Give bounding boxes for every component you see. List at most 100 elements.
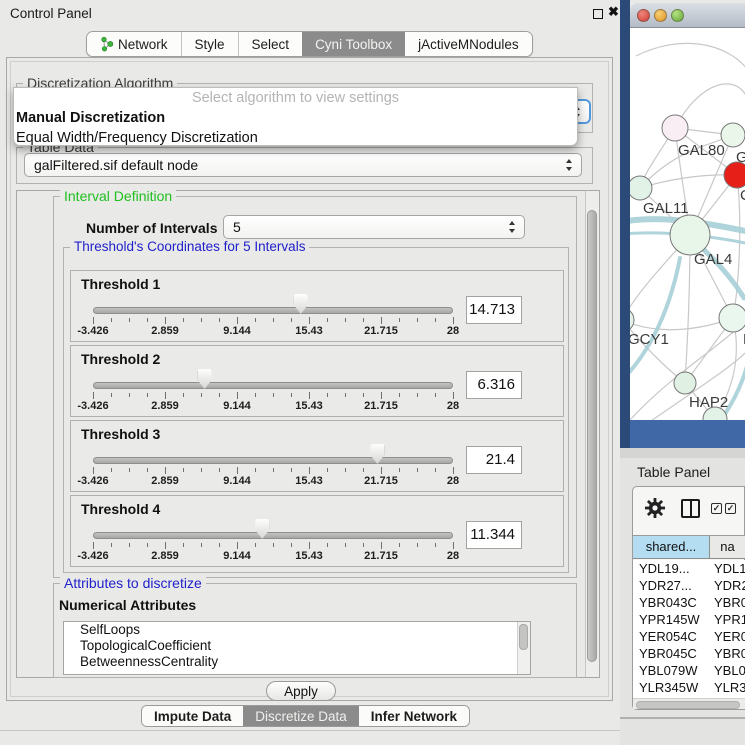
table-data-value: galFiltered.sif default node [34,157,198,173]
network-node-label: C [740,187,745,204]
tick-mark [237,392,238,399]
tick-mark [417,543,418,547]
tick-mark [453,317,454,324]
vertical-scrollbar-thumb[interactable] [587,210,597,662]
table-row[interactable]: YPR145WYPR1 [633,611,745,628]
tick-mark [309,392,310,399]
network-node-label: GCY1 [630,331,669,348]
column-header-shared-name[interactable]: shared... [633,536,710,558]
attribute-list-item[interactable]: BetweennessCentrality [64,654,530,670]
network-edge[interactable] [630,318,733,330]
dropdown-item[interactable]: Equal Width/Frequency Discretization [15,128,576,148]
app-root: Control Panel ✖ NetworkStyleSelectCyni T… [0,0,745,745]
tab-jactivemnodules[interactable]: jActiveMNodules [405,32,532,56]
table-row[interactable]: YBL079WYBL0 [633,662,745,679]
bottom-tab-bar: Impute DataDiscretize DataInfer Network [141,705,470,727]
network-node-gcy1[interactable] [630,308,634,332]
tick-mark [435,468,436,472]
close-icon[interactable]: ✖ [608,4,619,20]
algorithm-dropdown-popup: Select algorithm to view settings Manual… [13,87,578,146]
tab-style[interactable]: Style [182,32,239,56]
checkbox-icon[interactable]: ✓ [725,503,736,514]
tick-mark [363,543,364,547]
network-node-gal80[interactable] [662,115,688,141]
table-cell: YER054C [633,628,710,645]
threshold-value-field[interactable]: 21.4 [466,446,522,474]
bottom-tab-impute-data[interactable]: Impute Data [142,706,243,726]
float-window-icon[interactable] [593,9,603,19]
apply-button[interactable]: Apply [266,681,336,701]
horizontal-scrollbar-thumb[interactable] [636,701,740,709]
table-row[interactable]: YBR043CYBR0 [633,594,745,611]
tab-select[interactable]: Select [239,32,303,56]
table-cell: YDL19... [633,560,710,577]
network-edge[interactable] [733,175,740,318]
tick-label: -3.426 [63,550,123,562]
column-header-name[interactable]: na [710,536,745,558]
threshold-value-field[interactable]: 6.316 [466,371,522,399]
tick-label: 2.859 [135,550,195,562]
attributes-list-scrollbar[interactable] [517,622,530,674]
network-node-h[interactable] [719,304,745,332]
table-row[interactable]: YLR345WYLR3 [633,679,745,696]
attributes-list[interactable]: SelfLoopsTopologicalCoefficientBetweenne… [63,621,531,675]
network-node-c[interactable] [724,162,745,188]
network-window-titlebar[interactable] [630,3,745,28]
network-edge[interactable] [685,235,690,383]
table-row[interactable]: YDL19...YDL1 [633,560,745,577]
tab-cyni-toolbox[interactable]: Cyni Toolbox [302,32,405,56]
threshold-value-field[interactable]: 11.344 [466,521,522,549]
threshold-label: Threshold 3 [81,426,160,442]
network-canvas[interactable]: GAL80GCGAL11GAL4GCY1HHAP2 [630,28,745,420]
table-row[interactable]: YDR27...YDR2 [633,577,745,594]
bottom-tab-infer-network[interactable]: Infer Network [359,706,469,726]
table-data-combobox[interactable]: galFiltered.sif default node [24,153,582,177]
dropdown-hint: Select algorithm to view settings [14,90,577,106]
network-edge[interactable] [640,175,737,188]
tab-network[interactable]: Network [87,32,182,56]
threshold-slider-track[interactable] [93,457,453,464]
bottom-tab-discretize-data[interactable]: Discretize Data [243,706,359,726]
threshold-slider-track[interactable] [93,382,453,389]
close-traffic-light-icon[interactable] [637,9,650,22]
table-panel: Table Panel ✓ ✓ shared... na YDL19...YDL… [620,458,745,745]
tick-mark [363,318,364,322]
table-cell: YBR0 [710,594,745,611]
horizontal-scrollbar[interactable] [633,698,745,709]
tab-label: Network [118,37,168,52]
threshold-slider-track[interactable] [93,307,453,314]
tick-mark [201,468,202,472]
threshold-value-field[interactable]: 14.713 [466,296,522,324]
split-columns-icon[interactable] [681,499,700,518]
spinner-arrows-icon [509,221,516,233]
dropdown-item[interactable]: Manual Discretization [15,108,576,128]
tick-mark [111,318,112,322]
tick-mark [381,467,382,474]
network-node-gal11[interactable] [630,176,652,200]
tick-mark [327,468,328,472]
network-node-gal4[interactable] [670,215,710,255]
tick-mark [273,543,274,547]
attribute-list-item[interactable]: SelfLoops [64,622,530,638]
minimize-traffic-light-icon[interactable] [654,9,667,22]
zoom-traffic-light-icon[interactable] [671,9,684,22]
network-node-g[interactable] [721,123,745,147]
network-node-hap2[interactable] [674,372,696,394]
attribute-list-item[interactable]: TopologicalCoefficient [64,638,530,654]
table-row[interactable]: YBR045CYBR0 [633,645,745,662]
network-edge[interactable] [636,43,745,70]
attributes-scrollbar-thumb[interactable] [519,624,528,650]
table-panel-title: Table Panel [637,464,710,480]
tick-mark [93,467,94,474]
threshold-slider-track[interactable] [93,532,453,539]
num-intervals-combobox[interactable]: 5 [223,215,525,239]
tick-mark [237,467,238,474]
checkbox-icon[interactable]: ✓ [711,503,722,514]
tick-mark [327,543,328,547]
network-edge-highlighted[interactable] [630,258,680,380]
table-row[interactable]: YER054CYER0 [633,628,745,645]
gear-icon[interactable] [645,498,665,518]
tick-label: 21.715 [351,550,411,562]
tick-mark [399,318,400,322]
tick-mark [129,318,130,322]
